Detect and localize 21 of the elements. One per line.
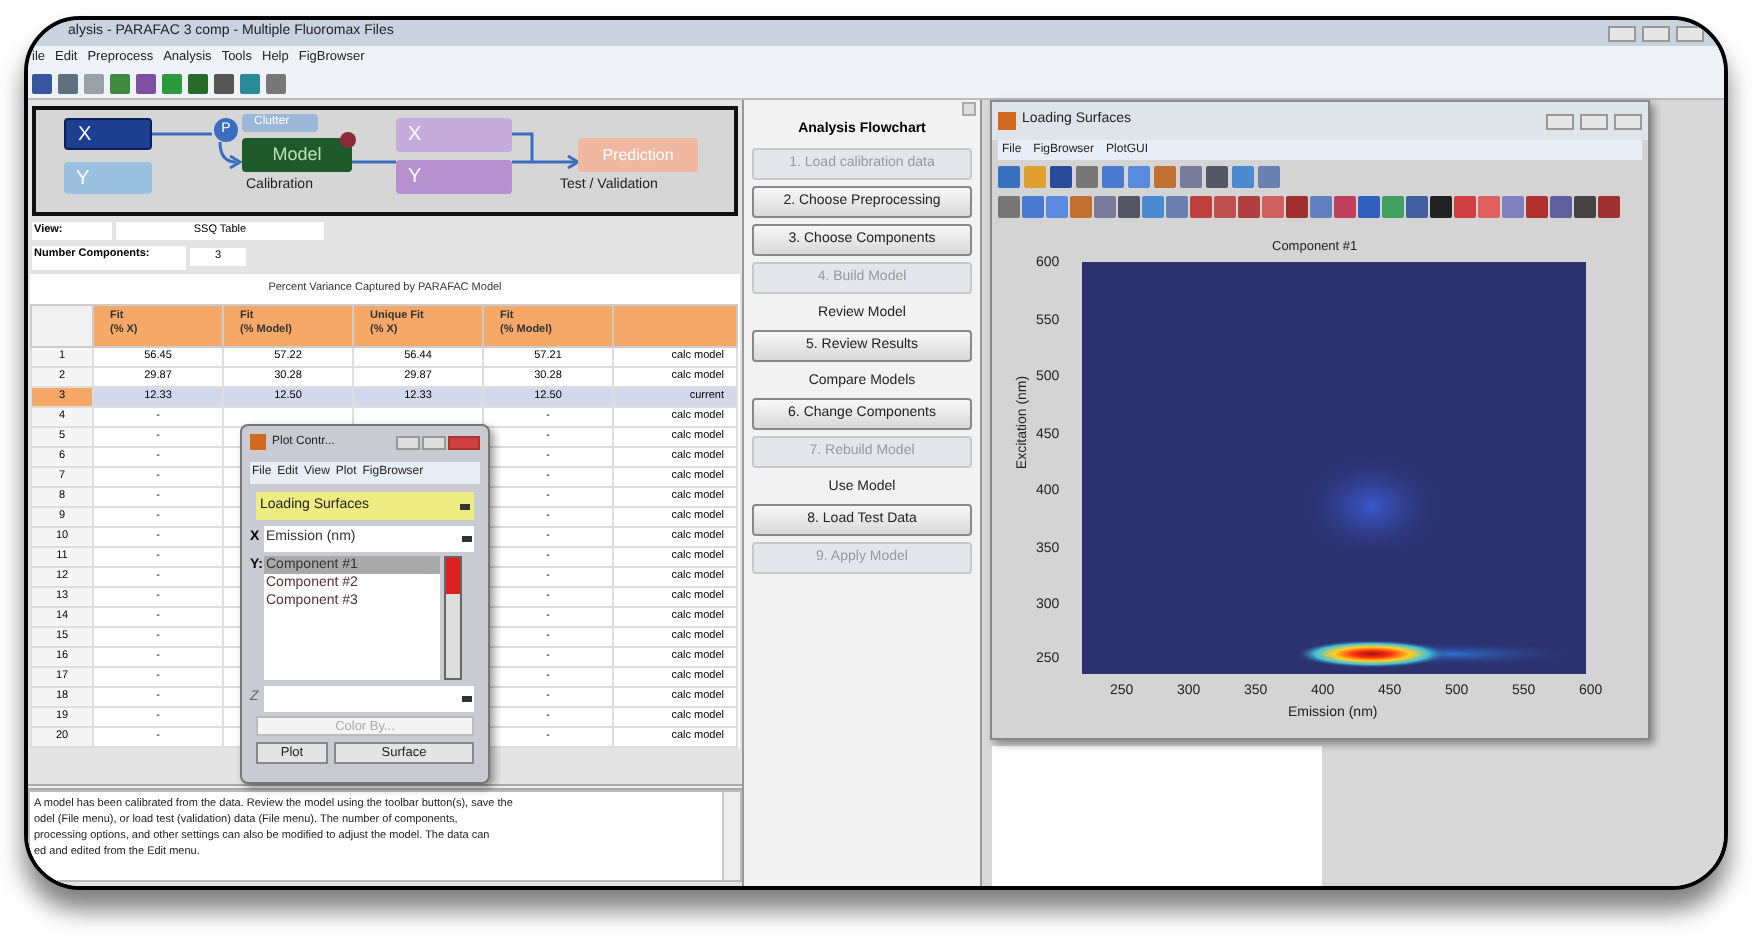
minimize-icon[interactable] (1608, 25, 1636, 41)
x-data-block[interactable]: X (64, 118, 152, 150)
caret-icon (462, 696, 472, 702)
app-icon (998, 112, 1016, 130)
minimize-icon[interactable] (1546, 113, 1574, 129)
caret-icon (460, 503, 470, 509)
maximize-icon[interactable] (1580, 113, 1608, 129)
connector-line (352, 160, 396, 164)
caret-icon (462, 536, 472, 542)
app-icon (250, 434, 266, 450)
connector-line (512, 132, 534, 162)
connector-arrow (218, 141, 243, 170)
scrollbar-thumb[interactable] (446, 558, 460, 594)
connector-line (148, 132, 212, 136)
close-icon[interactable] (1676, 25, 1704, 41)
minimize-icon[interactable] (396, 435, 420, 449)
column-header (613, 305, 737, 347)
connector-arrow (512, 154, 580, 170)
maximize-icon[interactable] (422, 435, 446, 449)
model-block[interactable]: Model (242, 138, 352, 172)
scrollbar[interactable] (444, 556, 462, 680)
